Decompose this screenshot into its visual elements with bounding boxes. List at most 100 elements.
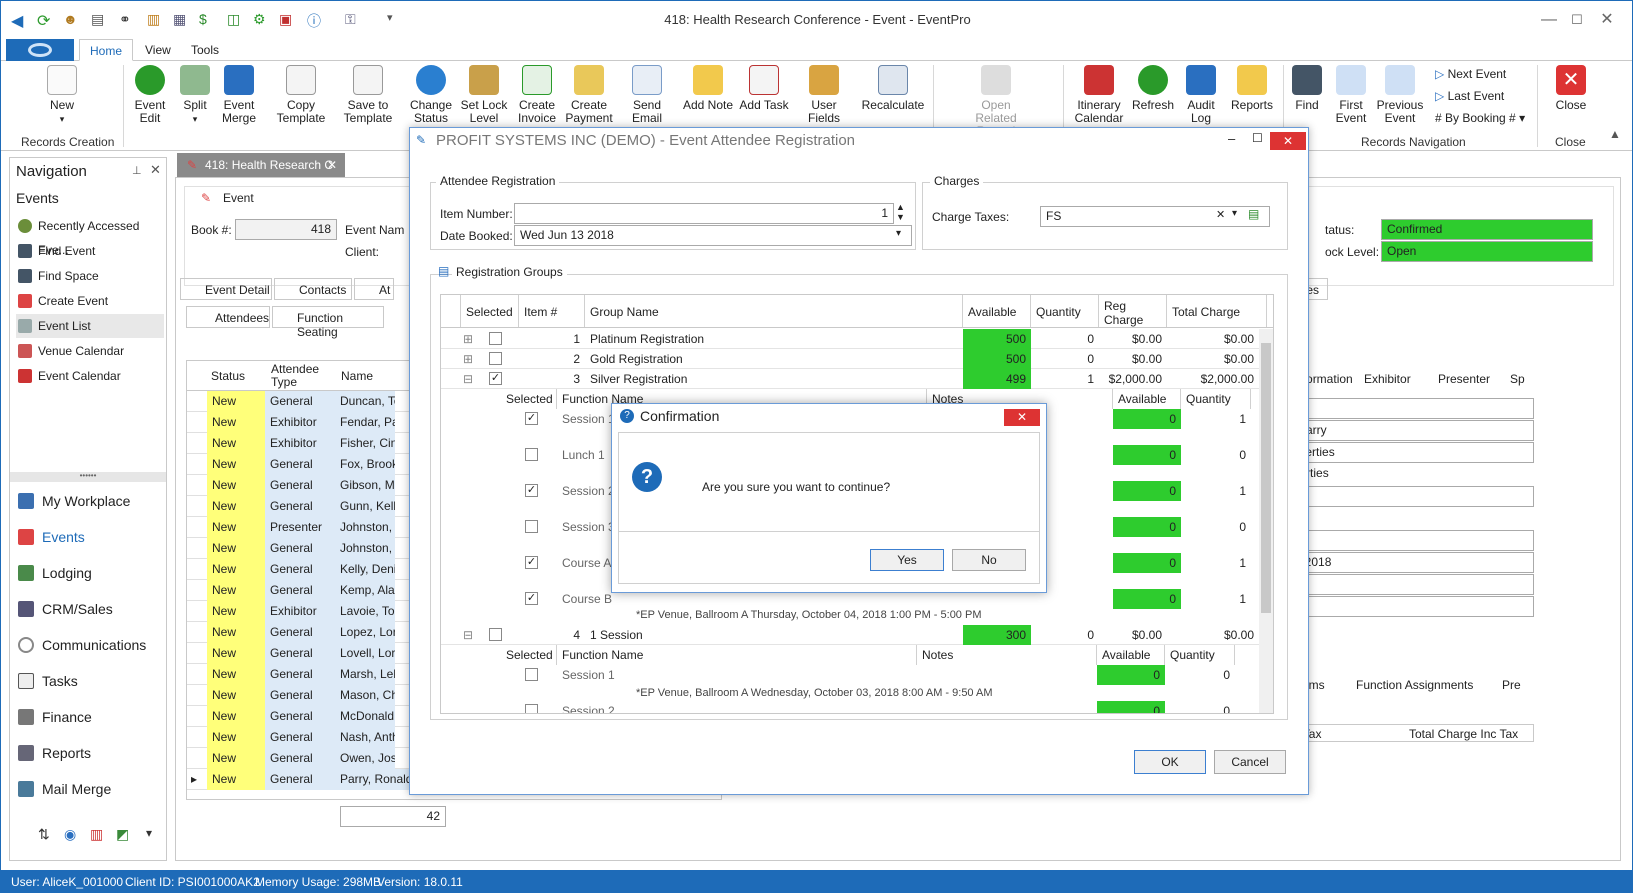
change-status-button[interactable]: Change Status <box>407 65 455 125</box>
nav-communications[interactable]: Communications <box>16 630 166 660</box>
collapse-icon[interactable]: ⊟ <box>461 369 475 389</box>
nav-crm-sales[interactable]: CRM/Sales <box>16 594 166 624</box>
nav-find-space[interactable]: Find Space <box>16 264 164 288</box>
close-panel-icon[interactable]: ✕ <box>150 162 161 178</box>
set-lock-level-button[interactable]: Set Lock Level <box>459 65 509 125</box>
tab-presenter[interactable]: Presenter <box>1438 372 1490 386</box>
function-checkbox[interactable] <box>525 704 538 713</box>
nav-venue-calendar[interactable]: Venue Calendar <box>16 339 164 363</box>
reports-button[interactable]: Reports <box>1227 65 1277 112</box>
more-chevron-icon[interactable]: ▾ <box>146 826 152 840</box>
subheader-cell[interactable]: Notes <box>917 645 1097 665</box>
function-checkbox[interactable]: ✓ <box>525 592 538 605</box>
last-event-button[interactable]: ▷ Last Event <box>1435 89 1504 103</box>
nav-event-calendar[interactable]: Event Calendar <box>16 364 164 388</box>
tab-attendees-sub[interactable]: Attendees <box>186 306 270 328</box>
close-window-icon[interactable]: ✕ <box>1593 7 1621 33</box>
header-status[interactable]: Status <box>211 369 245 383</box>
collapse-ribbon-icon[interactable]: ▲ <box>1609 127 1621 141</box>
save-to-template-button[interactable]: Save to Template <box>343 65 393 125</box>
find-button[interactable]: Find <box>1287 65 1327 112</box>
function-checkbox[interactable] <box>525 668 538 681</box>
maximize-icon[interactable]: ☐ <box>1563 7 1591 33</box>
header-group-name[interactable]: Group Name <box>585 295 963 327</box>
tab-function-assignments[interactable]: Function Assignments <box>1356 678 1473 692</box>
splitter-handle[interactable]: •••••• <box>10 472 166 482</box>
lock-level-field[interactable]: Open <box>1381 241 1593 262</box>
expand-icon[interactable]: ⊞ <box>461 349 475 369</box>
header-total-charge-inc-tax[interactable]: Total Charge Inc Tax <box>1409 727 1518 741</box>
nav-lodging[interactable]: Lodging <box>16 558 166 588</box>
tab-view[interactable]: View <box>135 39 181 61</box>
function-row[interactable]: Session 1 0 0 <box>481 665 1259 685</box>
header-reg-charge[interactable]: Reg Charge <box>1099 295 1167 327</box>
tab-tools[interactable]: Tools <box>181 39 229 61</box>
subheader-cell[interactable]: Selected <box>501 645 557 665</box>
tab-event-detail[interactable]: Event Detail <box>180 278 272 300</box>
add-task-button[interactable]: Add Task <box>739 65 789 112</box>
tab-speaker[interactable]: Sp <box>1510 372 1525 386</box>
no-button[interactable]: No <box>952 549 1026 571</box>
subheader-cell[interactable]: Function Name <box>557 645 917 665</box>
tab-contacts[interactable]: Contacts <box>274 278 352 300</box>
copy-template-button[interactable]: Copy Template <box>263 65 339 125</box>
close-tab-icon[interactable]: ✕ <box>327 153 337 177</box>
create-invoice-button[interactable]: Create Invoice <box>513 65 561 125</box>
subheader-cell[interactable]: Available <box>1113 389 1181 409</box>
next-event-button[interactable]: ▷ Next Event <box>1435 67 1506 81</box>
subheader-cell[interactable]: Quantity <box>1165 645 1235 665</box>
sort-icon[interactable]: ⇅ <box>38 826 50 843</box>
minimize-icon[interactable]: — <box>1535 7 1563 33</box>
selected-checkbox[interactable]: ✓ <box>489 372 502 385</box>
header-selected[interactable]: Selected <box>461 295 519 327</box>
create-payment-button[interactable]: Create Payment <box>565 65 613 125</box>
chevron-down-icon[interactable]: ▾ <box>1232 208 1237 219</box>
document-tab[interactable]: ✎ 418: Health Research C ✕ <box>177 153 345 177</box>
previous-event-button[interactable]: Previous Event <box>1373 65 1427 125</box>
refresh-button[interactable]: Refresh <box>1129 65 1177 112</box>
right-field-8[interactable] <box>1282 574 1534 595</box>
close-button[interactable]: ✕ Close <box>1551 65 1591 112</box>
first-event-button[interactable]: First Event <box>1331 65 1371 125</box>
chart-icon[interactable]: ◩ <box>116 826 129 843</box>
yes-button[interactable]: Yes <box>870 549 944 571</box>
right-field-5[interactable]: nt <box>1282 486 1534 507</box>
groups-scrollbar[interactable] <box>1259 329 1273 713</box>
finance-small-icon[interactable]: ▥ <box>90 826 103 843</box>
subheader-cell[interactable]: Quantity <box>1181 389 1251 409</box>
right-field-7[interactable]: 13 2018 <box>1282 552 1534 573</box>
function-checkbox[interactable]: ✓ <box>525 556 538 569</box>
chevron-down-icon[interactable]: ▾ <box>896 228 901 239</box>
new-button[interactable]: New ▾ <box>39 65 85 126</box>
group-row[interactable]: ⊟ 4 1 Session 300 0 $0.00 $0.00 <box>441 625 1259 645</box>
event-edit-button[interactable]: Event Edit <box>129 65 171 125</box>
recalculate-button[interactable]: Recalculate <box>859 65 927 112</box>
lookup-icon[interactable]: ▤ <box>1248 207 1259 221</box>
function-checkbox[interactable]: ✓ <box>525 412 538 425</box>
event-merge-button[interactable]: Event Merge <box>217 65 261 125</box>
selected-checkbox[interactable] <box>489 332 502 345</box>
subheader-cell[interactable]: Selected <box>501 389 557 409</box>
nav-finance[interactable]: Finance <box>16 702 166 732</box>
selected-checkbox[interactable] <box>489 628 502 641</box>
right-field-2[interactable]: d Parry <box>1282 420 1534 441</box>
file-menu-button[interactable] <box>6 39 74 61</box>
group-row[interactable]: ⊟ ✓ 3 Silver Registration 499 1 $2,000.00 $2,00… <box>441 369 1259 389</box>
right-field-6[interactable] <box>1282 530 1534 551</box>
tab-exhibitor[interactable]: Exhibitor <box>1364 372 1411 386</box>
pin-icon[interactable]: ⊥ <box>132 164 142 177</box>
cancel-button[interactable]: Cancel <box>1214 750 1286 774</box>
maximize-icon[interactable]: ☐ <box>1252 131 1263 145</box>
header-item-number[interactable]: Item # <box>519 295 585 327</box>
function-checkbox[interactable] <box>525 520 538 533</box>
item-number-field[interactable]: 1 <box>514 203 894 224</box>
nav-my-workplace[interactable]: My Workplace <box>16 486 166 516</box>
globe-icon[interactable]: ◉ <box>64 826 76 843</box>
header-attendee-type[interactable]: Attendee Type <box>271 363 331 389</box>
minimize-icon[interactable]: – <box>1228 131 1235 146</box>
user-fields-button[interactable]: User Fields <box>795 65 853 125</box>
header-total-charge[interactable]: Total Charge <box>1167 295 1267 327</box>
book-number-field[interactable]: 418 <box>235 219 337 240</box>
close-confirmation-icon[interactable]: ✕ <box>1004 409 1040 426</box>
tab-presenter-2[interactable]: Pre <box>1502 678 1521 692</box>
